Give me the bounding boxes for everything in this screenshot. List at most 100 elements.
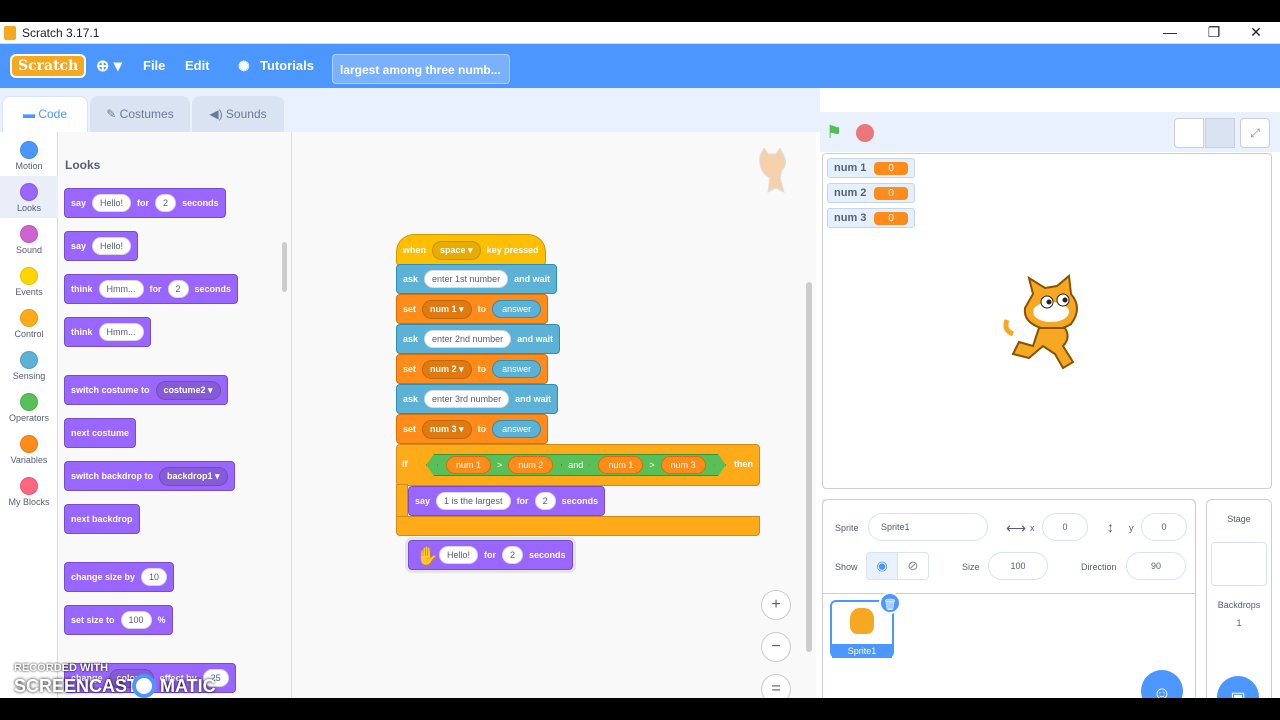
ask-block-2[interactable]: ask enter 2nd number and wait [396,324,561,354]
secs-input[interactable]: 2 [502,546,524,564]
ask-input[interactable]: enter 3rd number [424,390,510,408]
delete-sprite-icon[interactable]: 🗑 [879,592,901,614]
script-area[interactable]: when space ▾ key pressed ask enter 1st numb… [292,132,816,698]
menu-edit[interactable]: Edit [185,58,210,73]
close-button[interactable]: ✕ [1246,24,1266,41]
costume-dropdown[interactable]: costume2 ▾ [155,380,221,400]
and-operator[interactable]: num 1 > num 2 and num 1 > num 3 [426,454,726,476]
say-input[interactable]: 1 is the largest [436,492,511,510]
backdrop-dropdown[interactable]: backdrop1 ▾ [159,466,228,486]
switch-costume-block[interactable]: switch costume to costume2 ▾ [64,375,228,405]
stage[interactable]: num 10 num 20 num 30 [822,153,1272,489]
category-my-blocks[interactable]: My Blocks [0,470,58,512]
var-dropdown[interactable]: num 3 ▾ [422,419,472,439]
answer-reporter[interactable]: answer [492,420,542,438]
lightbulb-icon: ✺ [238,58,250,74]
y-label: y [1129,523,1134,533]
category-operators[interactable]: Operators [0,386,58,428]
ask-block-1[interactable]: ask enter 1st number and wait [396,264,558,294]
say-input[interactable]: Hello! [439,546,479,564]
gt-operator-1[interactable]: num 1 > num 2 [437,454,562,476]
stop-icon[interactable] [856,124,874,142]
gt-operator-2[interactable]: num 1 > num 3 [589,454,714,476]
answer-reporter[interactable]: answer [492,360,542,378]
cat-sprite[interactable] [999,272,1095,372]
y-input[interactable]: 0 [1141,513,1187,541]
maximize-button[interactable]: ❐ [1204,24,1224,41]
say-block[interactable]: say Hello! [64,231,139,261]
green-flag-icon[interactable]: ⚑ [826,122,842,143]
tab-costumes[interactable]: ✎ Costumes [90,96,190,132]
ask-input[interactable]: enter 2nd number [424,330,512,348]
category-control[interactable]: Control [0,302,58,344]
say-for-block[interactable]: say Hello! for 2 seconds [64,188,226,218]
sprite-list: Sprite1 🗑 ☺ [822,592,1196,698]
size-input[interactable]: 10 [141,568,168,586]
say-largest-block[interactable]: say 1 is the largest for 2 seconds [408,486,606,516]
fullscreen-icon[interactable]: ⤢ [1240,118,1270,148]
watermark-line2: SCREENCAST [14,676,139,696]
tab-sounds[interactable]: ◀) Sounds [192,96,284,132]
say-input[interactable]: Hello! [92,194,132,212]
category-sensing[interactable]: Sensing [0,344,58,386]
set-num1-block[interactable]: set num 1 ▾ to answer [396,294,549,324]
secs-input[interactable]: 2 [155,194,177,212]
menu-tutorials[interactable]: Tutorials [260,58,314,73]
ask-input[interactable]: enter 1st number [424,270,509,288]
set-size-block[interactable]: set size to 100% [64,605,173,635]
category-menu: Motion Looks Sound Events Control Sensin… [0,132,58,698]
think-input[interactable]: Hmm... [98,323,144,341]
zoom-out-button[interactable]: − [761,632,791,662]
palette-scrollbar[interactable] [282,242,287,292]
tab-code[interactable]: ▬ Code [2,96,88,132]
category-motion[interactable]: Motion [0,134,58,176]
menu-file[interactable]: File [143,58,165,73]
add-backdrop-icon[interactable]: ▣ [1217,676,1259,698]
show-visible-icon[interactable]: ◉ [866,552,898,580]
add-sprite-icon[interactable]: ☺ [1141,670,1183,698]
set-num2-block[interactable]: set num 2 ▾ to answer [396,354,549,384]
think-for-block[interactable]: think Hmm... for 2 seconds [64,274,239,304]
script-scrollbar[interactable] [806,282,812,652]
category-variables[interactable]: Variables [0,428,58,470]
size-input[interactable]: 100 [120,611,152,629]
y-arrows-icon: ↕ [1107,519,1114,535]
secs-input[interactable]: 2 [167,280,189,298]
zoom-reset-button[interactable]: = [761,674,791,698]
think-block[interactable]: think Hmm... [64,317,151,347]
block-palette: Looks say Hello! for 2 seconds say Hello! thi… [58,132,292,698]
size-input[interactable]: 100 [988,552,1048,580]
answer-reporter[interactable]: answer [492,300,542,318]
var-dropdown[interactable]: num 2 ▾ [422,359,472,379]
category-looks[interactable]: Looks [0,176,58,218]
secs-input[interactable]: 2 [534,492,556,510]
zoom-in-button[interactable]: + [761,590,791,620]
minimize-button[interactable]: — [1160,24,1180,40]
category-events[interactable]: Events [0,260,58,302]
small-stage-button[interactable] [1174,118,1204,148]
stage-selector[interactable]: Stage Backdrops 1 ▣ [1206,499,1272,698]
sprite-info: Sprite Sprite1 ⟷ x 0 ↕ y 0 Show ◉ ⊘ Size… [822,499,1196,594]
think-input[interactable]: Hmm... [98,280,144,298]
stage-thumb[interactable] [1211,542,1267,586]
scratch-logo[interactable]: Scratch [10,54,87,78]
globe-icon[interactable]: ⊕ ▾ [96,56,122,76]
category-sound[interactable]: Sound [0,218,58,260]
project-title-input[interactable]: largest among three numb... [332,54,510,84]
next-costume-block[interactable]: next costume [64,418,137,448]
key-dropdown[interactable]: space ▾ [432,240,481,260]
when-key-pressed-block[interactable]: when space ▾ key pressed [396,234,546,266]
set-num3-block[interactable]: set num 3 ▾ to answer [396,414,549,444]
say-input[interactable]: Hello! [92,237,132,255]
switch-backdrop-block[interactable]: switch backdrop to backdrop1 ▾ [64,461,235,491]
x-input[interactable]: 0 [1042,513,1088,541]
large-stage-button[interactable] [1205,118,1235,148]
sprite-name-input[interactable]: Sprite1 [868,513,988,541]
direction-label: Direction [1081,562,1117,572]
hide-eye-icon[interactable]: ⊘ [897,552,929,580]
next-backdrop-block[interactable]: next backdrop [64,504,140,534]
var-dropdown[interactable]: num 1 ▾ [422,299,472,319]
direction-input[interactable]: 90 [1126,552,1186,580]
change-size-block[interactable]: change size by 10 [64,562,175,592]
ask-block-3[interactable]: ask enter 3rd number and wait [396,384,559,414]
